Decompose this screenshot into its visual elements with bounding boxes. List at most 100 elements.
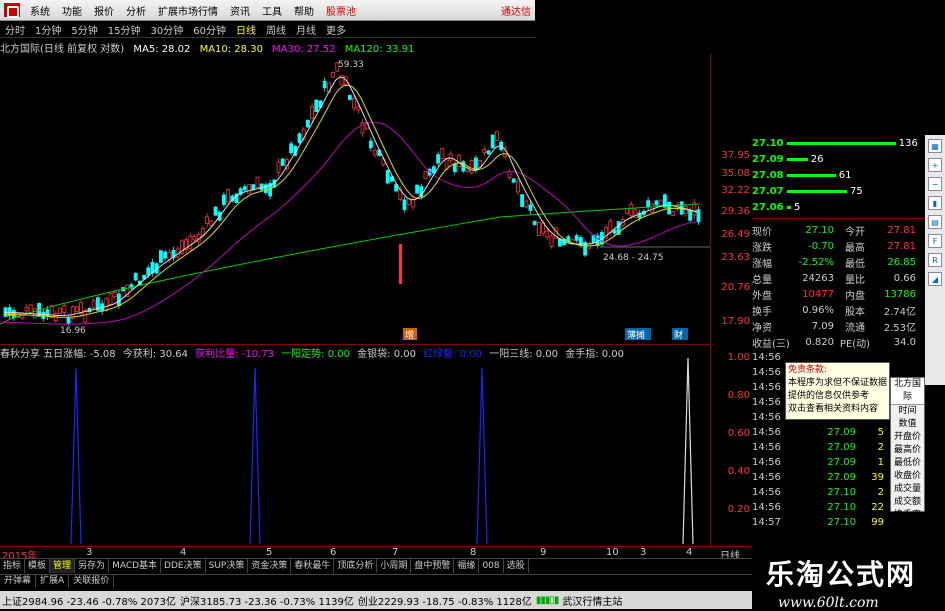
- month-label: 5: [266, 547, 273, 558]
- zoom-out-icon[interactable]: −: [928, 177, 942, 191]
- menu-news[interactable]: 资讯: [224, 3, 256, 18]
- order-volume-bar: [787, 141, 896, 145]
- context-menu-item[interactable]: 最低价: [891, 457, 924, 470]
- quote-value: 7.09: [811, 320, 834, 332]
- menu-system[interactable]: 系统: [24, 3, 56, 18]
- rsi-icon[interactable]: R: [928, 253, 942, 267]
- period-tab[interactable]: 月线: [291, 22, 321, 37]
- menu-function[interactable]: 功能: [56, 3, 88, 18]
- indicator-tab[interactable]: 模板: [25, 559, 51, 573]
- ma30-line: [3, 121, 698, 325]
- context-menu-item[interactable]: 成交额: [891, 496, 924, 509]
- candle-body: [347, 95, 352, 100]
- quote-key: 总量: [752, 274, 772, 286]
- order-price: 27.10: [752, 137, 784, 149]
- quote-value: 27.81: [887, 240, 916, 252]
- bars-icon[interactable]: ▮: [928, 196, 942, 210]
- candle-body: [448, 153, 453, 162]
- menu-tools[interactable]: 工具: [256, 3, 288, 18]
- indicator-tab[interactable]: 另存为: [75, 559, 110, 573]
- sz-index[interactable]: 沪深3185.73 -23.36 -0.73% 1139亿: [178, 593, 356, 608]
- indicator-tab[interactable]: SUP决策: [206, 559, 249, 573]
- indicator-tab[interactable]: 选股: [504, 559, 529, 573]
- danmu-tab[interactable]: 开弹幕: [0, 575, 37, 588]
- indicator-tab[interactable]: 管理: [50, 559, 76, 573]
- indicator-tab[interactable]: 福缘: [454, 559, 480, 573]
- menu-stock-pool[interactable]: 股票池: [320, 3, 362, 18]
- order-volume: 5: [794, 201, 801, 213]
- indicator-tab[interactable]: 盘中预警: [411, 559, 455, 573]
- quote-key: 量比: [845, 274, 865, 286]
- context-menu-item[interactable]: 开盘价: [891, 431, 924, 444]
- price-tick: 29.36: [721, 206, 750, 217]
- quote-key: 收益(三): [752, 338, 790, 350]
- indicator-chart[interactable]: [0, 358, 710, 546]
- quote-key: 净资: [752, 322, 772, 334]
- linked-quote-tab[interactable]: 关联报价: [69, 575, 115, 588]
- context-menu-item[interactable]: 数值: [891, 418, 924, 431]
- server-label[interactable]: 武汉行情主站: [560, 593, 624, 608]
- tick-price: 27.09: [827, 457, 856, 468]
- context-menu-item[interactable]: 换手率: [891, 509, 924, 522]
- period-tab-active[interactable]: 日线: [231, 22, 261, 37]
- period-tab[interactable]: 1分钟: [30, 22, 66, 37]
- candle-body: [457, 155, 462, 167]
- indicator-spike: [249, 367, 261, 545]
- period-tab[interactable]: 更多: [321, 22, 351, 37]
- indicator-tab[interactable]: DDE决策: [161, 559, 206, 573]
- period-tab[interactable]: 周线: [261, 22, 291, 37]
- period-tab[interactable]: 30分钟: [145, 22, 188, 37]
- context-menu-item[interactable]: 收盘价: [891, 470, 924, 483]
- period-tab[interactable]: 分时: [0, 22, 30, 37]
- indicator-tab[interactable]: MACD基本: [109, 559, 162, 573]
- order-volume-bar: [787, 205, 791, 209]
- candle-body: [410, 199, 415, 208]
- menu-quote[interactable]: 报价: [88, 3, 120, 18]
- period-tab[interactable]: 15分钟: [103, 22, 146, 37]
- f10-icon[interactable]: F: [928, 234, 942, 248]
- quote-key: 涨跌: [752, 242, 772, 254]
- grid-icon[interactable]: ▦: [928, 139, 942, 153]
- quote-key: 最低: [845, 258, 865, 270]
- tick-time: 14:56: [752, 487, 781, 498]
- context-menu-item[interactable]: 最高价: [891, 444, 924, 457]
- candle-body: [482, 148, 487, 153]
- menu-help[interactable]: 帮助: [288, 3, 320, 18]
- context-menu-item[interactable]: 成交量: [891, 483, 924, 496]
- candle-body: [58, 307, 62, 314]
- tick-volume: 2: [877, 442, 884, 453]
- context-menu-item[interactable]: 时间: [891, 405, 924, 418]
- candle-body: [399, 244, 402, 284]
- period-tab[interactable]: 60分钟: [188, 22, 231, 37]
- cy-index[interactable]: 创业2229.93 -18.75 -0.83% 1128亿: [356, 593, 534, 608]
- candlestick-chart[interactable]: 59.33 16.96 24.68 - 24.75 增 薄摊 财: [0, 54, 710, 344]
- candle-body: [545, 230, 550, 238]
- ext-a-tab[interactable]: 扩展A: [36, 575, 70, 588]
- tick-time: 14:56: [752, 352, 781, 363]
- chart-icon[interactable]: ◢: [928, 272, 942, 286]
- indicator-tab[interactable]: 顶底分析: [334, 559, 378, 573]
- order-price: 27.07: [752, 185, 784, 197]
- quote-value: -2.52%: [798, 256, 834, 268]
- indicator-tab[interactable]: 资金决策: [248, 559, 292, 573]
- zoom-in-icon[interactable]: +: [928, 158, 942, 172]
- month-label: 6: [330, 547, 337, 558]
- indicator-tab[interactable]: 指标: [0, 559, 26, 573]
- calc-icon[interactable]: ▤: [928, 215, 942, 229]
- indicator-tab[interactable]: 008: [479, 559, 504, 573]
- quote-value: -0.70: [808, 240, 834, 252]
- candle-body: [646, 200, 650, 208]
- indicator-tab[interactable]: 小周期: [377, 559, 412, 573]
- candle-body: [146, 267, 151, 276]
- menu-analysis[interactable]: 分析: [120, 3, 152, 18]
- range-label: 24.68 - 24.75: [603, 253, 664, 263]
- menu-ext-market[interactable]: 扩展市场行情: [152, 3, 224, 18]
- tick-time: 14:56: [752, 427, 781, 438]
- order-volume-bar: [787, 157, 808, 161]
- indicator-tab[interactable]: 春秋最牛: [291, 559, 335, 573]
- quote-value: 27.10: [805, 224, 834, 236]
- quote-key: PE(动): [839, 338, 871, 350]
- sh-index[interactable]: 上证2984.96 -23.46 -0.78% 2073亿: [0, 593, 178, 608]
- period-tab[interactable]: 5分钟: [66, 22, 102, 37]
- quote-key: 流通: [845, 322, 865, 334]
